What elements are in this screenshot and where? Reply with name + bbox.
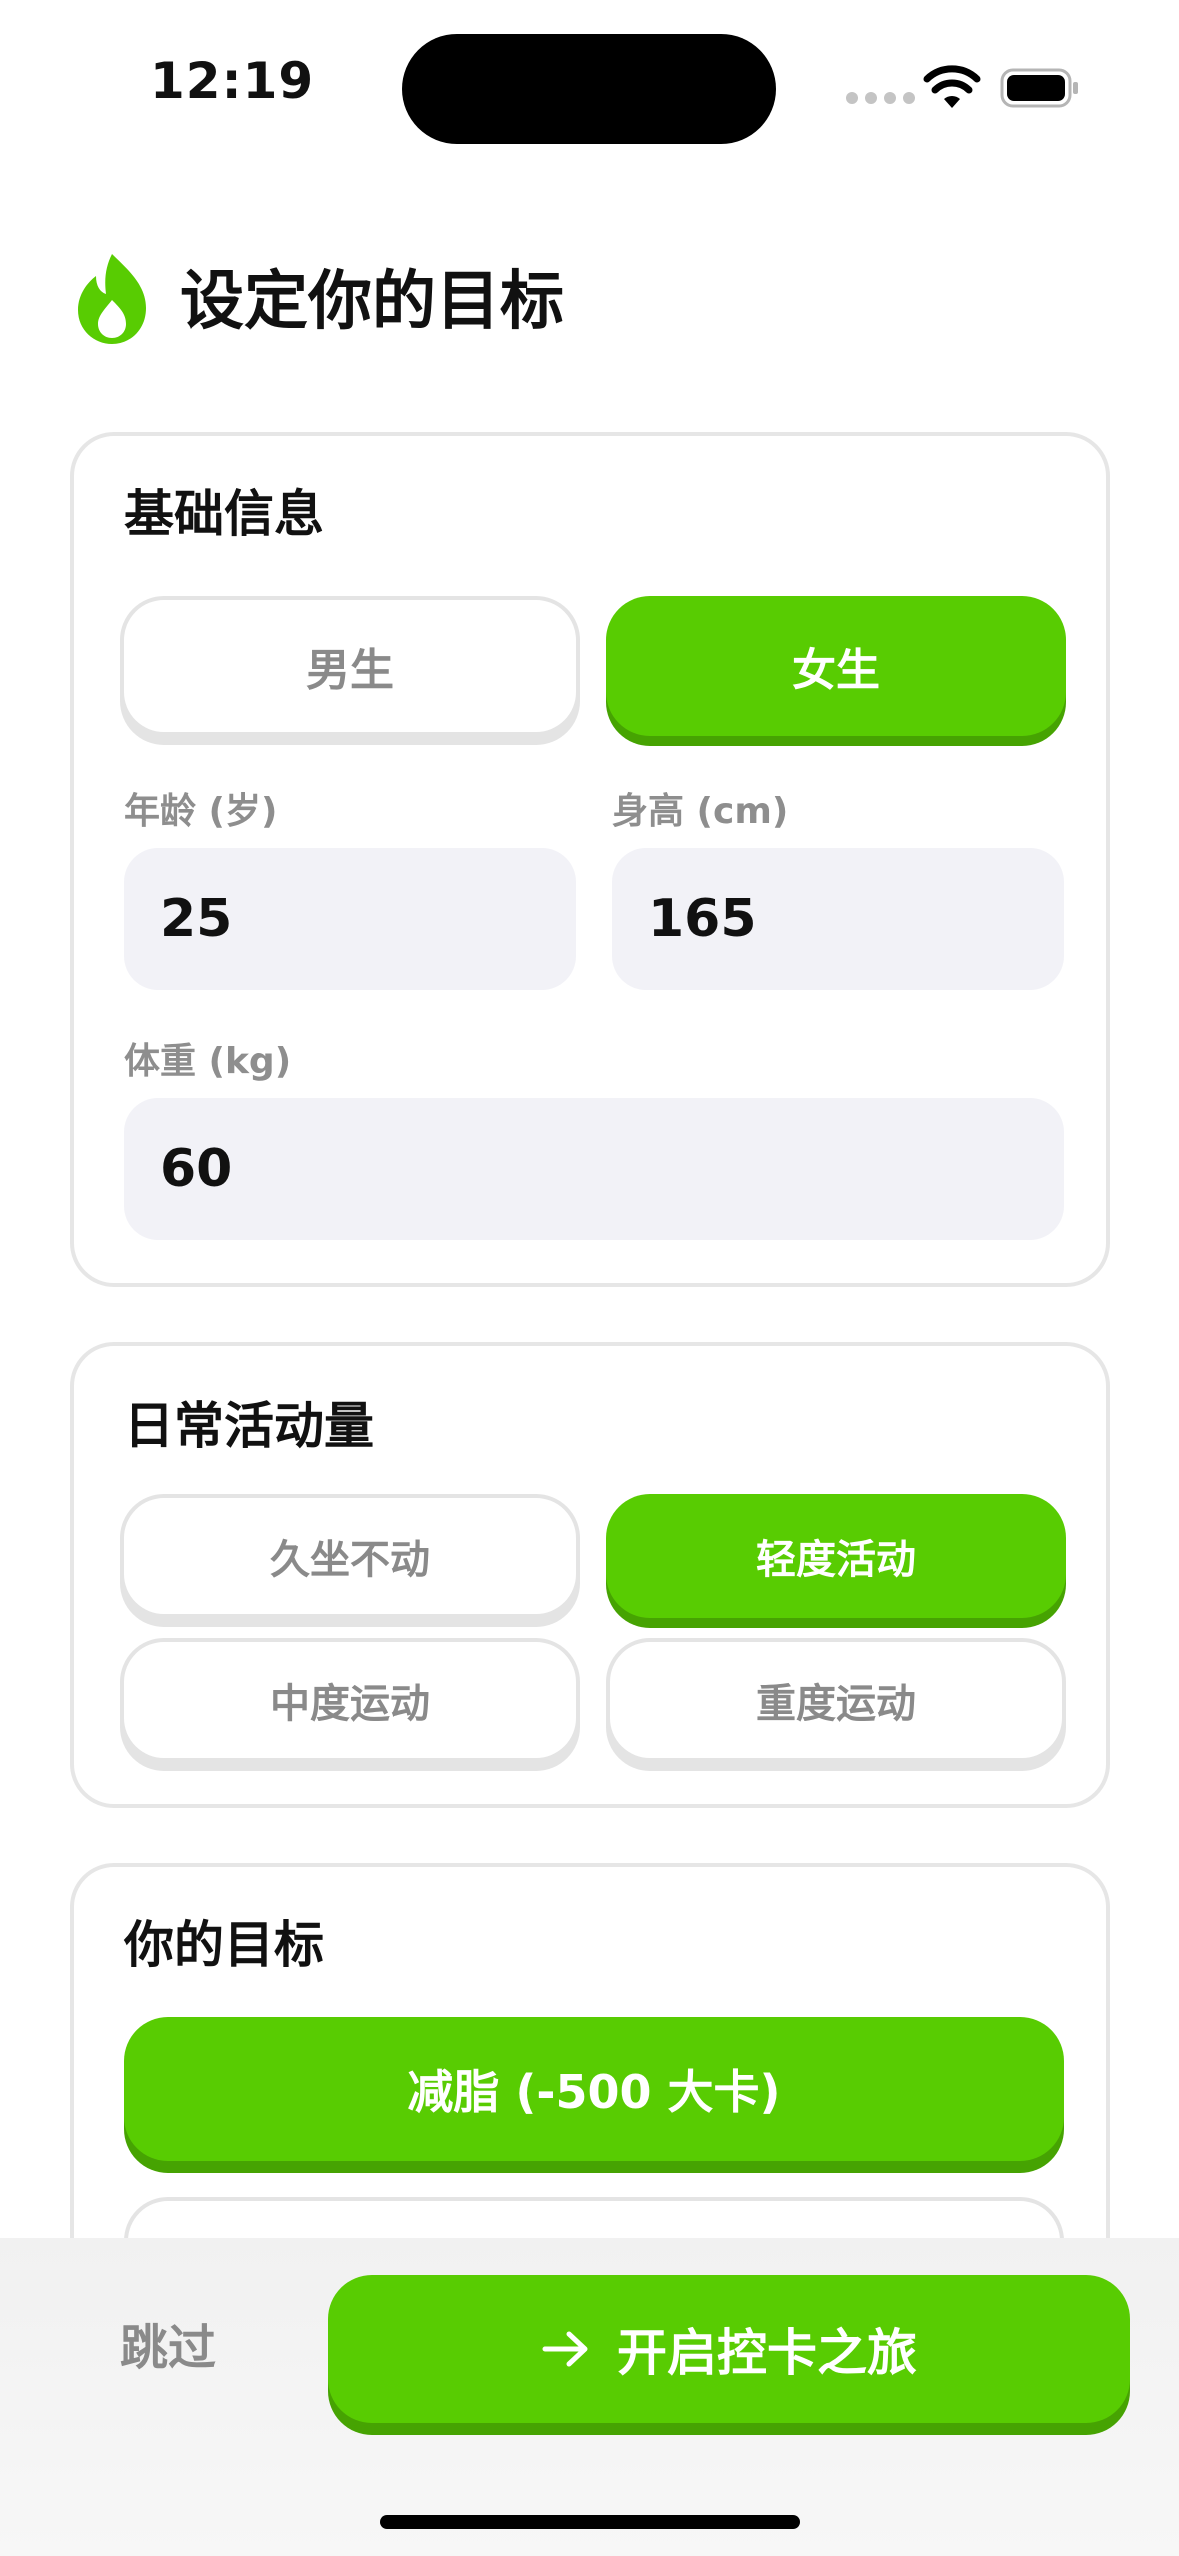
activity-option-heavy[interactable]: 重度运动 [606,1638,1066,1762]
activity-option-moderate[interactable]: 中度运动 [120,1638,580,1762]
wifi-icon [923,65,981,108]
age-input[interactable] [124,848,576,990]
goal-title: 你的目标 [124,1916,324,1974]
page-title: 设定你的目标 [180,265,564,339]
age-label: 年龄 (岁) [124,791,278,832]
cellular-signal-icon [846,92,915,104]
height-input[interactable] [612,848,1064,990]
basic-info-title: 基础信息 [124,485,324,543]
gender-option-female[interactable]: 女生 [606,596,1066,736]
start-journey-button[interactable]: 开启控卡之旅 [328,2275,1130,2423]
arrow-right-icon [542,2331,588,2367]
activity-card: 日常活动量 久坐不动 轻度活动 中度运动 重度运动 [70,1342,1110,1808]
height-label: 身高 (cm) [612,791,789,832]
skip-button[interactable]: 跳过 [120,2316,216,2380]
home-indicator [380,2515,800,2529]
activity-option-light[interactable]: 轻度活动 [606,1494,1066,1618]
basic-info-card: 基础信息 男生 女生 年龄 (岁) 身高 (cm) 体重 (kg) [70,432,1110,1287]
screen: 12:19 设定你的目标 基础信息 男生 女生 年龄 (岁) 身高 (cm) 体… [0,0,1179,2556]
weight-input[interactable] [124,1098,1064,1240]
flame-icon [78,254,146,344]
dynamic-island [402,34,776,144]
activity-title: 日常活动量 [124,1397,374,1455]
weight-label: 体重 (kg) [124,1041,292,1082]
start-journey-label: 开启控卡之旅 [617,2324,917,2382]
battery-icon [1000,68,1078,108]
activity-option-sedentary[interactable]: 久坐不动 [120,1494,580,1618]
gender-option-male[interactable]: 男生 [120,596,580,736]
status-time: 12:19 [150,52,315,110]
goal-option-fat-loss[interactable]: 减脂 (-500 大卡) [124,2017,1064,2161]
